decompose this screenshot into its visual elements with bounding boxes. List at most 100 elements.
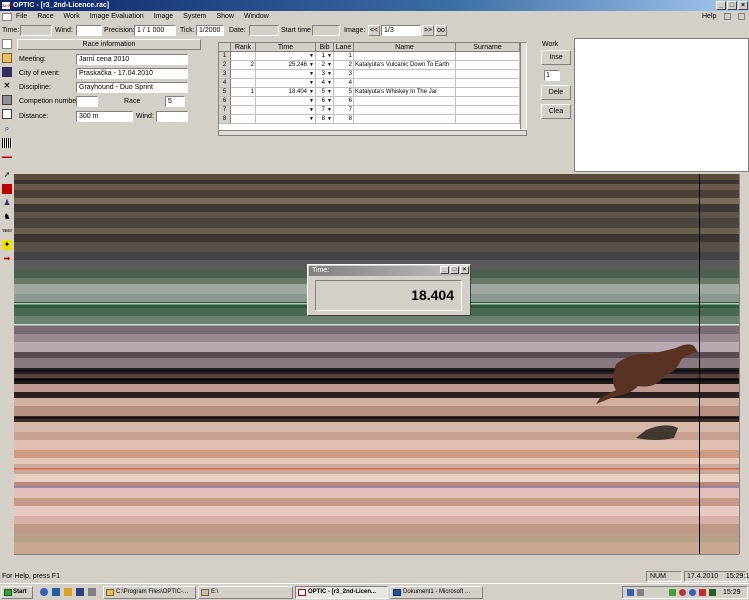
dropdown-arrow-icon[interactable]: ▼	[327, 79, 332, 87]
discipline-field[interactable]: Grayhound - Duo Sprint	[76, 82, 188, 93]
tray-icon-5[interactable]	[689, 589, 696, 596]
task-drive-e[interactable]: E:\	[198, 586, 293, 599]
grid-cell-time[interactable]: ▼	[256, 97, 316, 106]
grid-cell-rank[interactable]	[231, 79, 256, 88]
wind-field[interactable]	[76, 25, 102, 36]
grid-cell-rank[interactable]: 2	[231, 61, 256, 70]
task-word[interactable]: Dokument1 - Microsoft ...	[390, 586, 483, 599]
barcode-icon[interactable]	[2, 138, 12, 148]
grid-cell-surname[interactable]	[456, 115, 520, 124]
grid-cell-lane[interactable]: 1	[334, 52, 354, 61]
time-window-maximize[interactable]: □	[450, 266, 459, 274]
grid-cell-bib[interactable]: 2 ▼	[316, 61, 334, 70]
start-time-field[interactable]	[312, 25, 340, 36]
grid-cell-name[interactable]	[354, 97, 456, 106]
zoom-icon[interactable]: ⌕	[2, 124, 12, 134]
dropdown-arrow-icon[interactable]: ▼	[309, 70, 314, 78]
grid-cell-rank[interactable]	[231, 106, 256, 115]
tray-icon-4[interactable]	[679, 589, 686, 596]
meeting-field[interactable]: Jarní cena 2010	[76, 54, 188, 65]
grid-cell-lane[interactable]: 3	[334, 70, 354, 79]
grid-cell-bib[interactable]: 5 ▼	[316, 88, 334, 97]
time-window-minimize[interactable]: _	[440, 266, 449, 274]
dropdown-arrow-icon[interactable]: ▼	[327, 106, 332, 114]
dropdown-arrow-icon[interactable]: ▼	[309, 106, 314, 114]
grid-cell-name[interactable]	[354, 79, 456, 88]
grid-header-surname[interactable]: Surname	[456, 43, 520, 52]
image-field[interactable]: 1/3	[381, 25, 421, 36]
grid-header-rank[interactable]: Rank	[231, 43, 256, 52]
distance-field[interactable]: 300 m	[76, 111, 133, 122]
dropdown-arrow-icon[interactable]: ▼	[309, 88, 314, 96]
dropdown-arrow-icon[interactable]: ▼	[327, 115, 332, 123]
grid-scrollbar[interactable]	[520, 43, 526, 129]
red-marker-icon[interactable]	[2, 184, 12, 194]
task-optic[interactable]: OPTIC - [r3_2nd-Licen...	[295, 586, 388, 599]
time-window-titlebar[interactable]: Time: _ □ ×	[309, 266, 469, 276]
tray-icon-2[interactable]	[637, 589, 644, 596]
mdi-close-button[interactable]	[738, 13, 745, 20]
clear-button[interactable]: Clea	[541, 104, 571, 119]
grid-cell-rank[interactable]	[231, 115, 256, 124]
mdi-icon[interactable]	[2, 13, 12, 21]
new-file-icon[interactable]	[2, 39, 12, 49]
grid-cell-surname[interactable]	[456, 79, 520, 88]
race-information-header[interactable]: Race information	[17, 39, 201, 50]
save-icon[interactable]	[2, 67, 12, 77]
grid-cell-name[interactable]: Katalyuta's Whiskey In The Jar	[354, 88, 456, 97]
ie-icon[interactable]	[40, 588, 48, 596]
grid-cell-lane[interactable]: 8	[334, 115, 354, 124]
grid-cell-surname[interactable]	[456, 70, 520, 79]
grid-cell-time[interactable]: 25.246 ▼	[256, 61, 316, 70]
grid-cell-name[interactable]: Katalyuta's Vulcanic Down To Earth	[354, 61, 456, 70]
word-quicklaunch-icon[interactable]	[76, 588, 84, 596]
grid-cell-surname[interactable]	[456, 52, 520, 61]
grid-cell-bib[interactable]: 7 ▼	[316, 106, 334, 115]
print-icon[interactable]	[2, 95, 12, 105]
grid-cell-time[interactable]: ▼	[256, 70, 316, 79]
grid-cell-bib[interactable]: 1 ▼	[316, 52, 334, 61]
open-folder-icon[interactable]	[2, 53, 12, 63]
delete-button[interactable]: Dele	[541, 85, 571, 100]
insert-button[interactable]: Inse	[541, 50, 571, 65]
image-next-button[interactable]: >>	[422, 25, 434, 36]
media-player-icon[interactable]	[88, 588, 96, 596]
grid-cell-time[interactable]: ▼	[256, 115, 316, 124]
grid-cell-bib[interactable]: 8 ▼	[316, 115, 334, 124]
grid-cell-rank[interactable]	[231, 97, 256, 106]
grid-cell-time[interactable]: ▼	[256, 52, 316, 61]
tick-field[interactable]: 1/2000	[196, 25, 224, 36]
dropdown-arrow-icon[interactable]: ▼	[309, 79, 314, 87]
time-window[interactable]: Time: _ □ × 18.404	[307, 264, 471, 316]
tray-icon-7[interactable]	[709, 589, 716, 596]
grid-cell-time[interactable]: ▼	[256, 79, 316, 88]
print-preview-icon[interactable]	[2, 109, 12, 119]
work-spinner[interactable]: 1	[544, 70, 560, 81]
dropdown-arrow-icon[interactable]: ▼	[309, 115, 314, 123]
maximize-button[interactable]: □	[727, 1, 737, 10]
competition-number-field[interactable]	[76, 96, 98, 107]
grid-cell-bib[interactable]: 6 ▼	[316, 97, 334, 106]
grid-cell-surname[interactable]	[456, 61, 520, 70]
task-explorer[interactable]: C:\Program Files\OPTIC-...	[103, 586, 196, 599]
grid-header-bib[interactable]: Bib	[316, 43, 334, 52]
tray-icon-1[interactable]	[627, 589, 634, 596]
grid-cell-bib[interactable]: 4 ▼	[316, 79, 334, 88]
menu-window[interactable]: Window	[244, 13, 269, 20]
dropdown-arrow-icon[interactable]: ▼	[327, 52, 332, 60]
grid-header-time[interactable]: Time	[256, 43, 316, 52]
photo-finish-image[interactable]	[14, 174, 749, 564]
menu-race[interactable]: Race	[37, 13, 53, 20]
grid-cell-surname[interactable]	[456, 88, 520, 97]
dropdown-arrow-icon[interactable]: ▼	[327, 97, 332, 105]
dropdown-arrow-icon[interactable]: ▼	[327, 70, 332, 78]
grid-header-name[interactable]: Name	[354, 43, 456, 52]
com-arrow-icon[interactable]: ➡	[2, 254, 12, 264]
grid-cell-lane[interactable]: 7	[334, 106, 354, 115]
grid-cell-bib[interactable]: 3 ▼	[316, 70, 334, 79]
photo-finish-icon[interactable]: ▬▬	[2, 152, 12, 162]
time-window-close[interactable]: ×	[460, 266, 469, 274]
date-field[interactable]	[249, 25, 279, 36]
menu-system[interactable]: System	[183, 13, 206, 20]
grid-cell-rank[interactable]	[231, 70, 256, 79]
